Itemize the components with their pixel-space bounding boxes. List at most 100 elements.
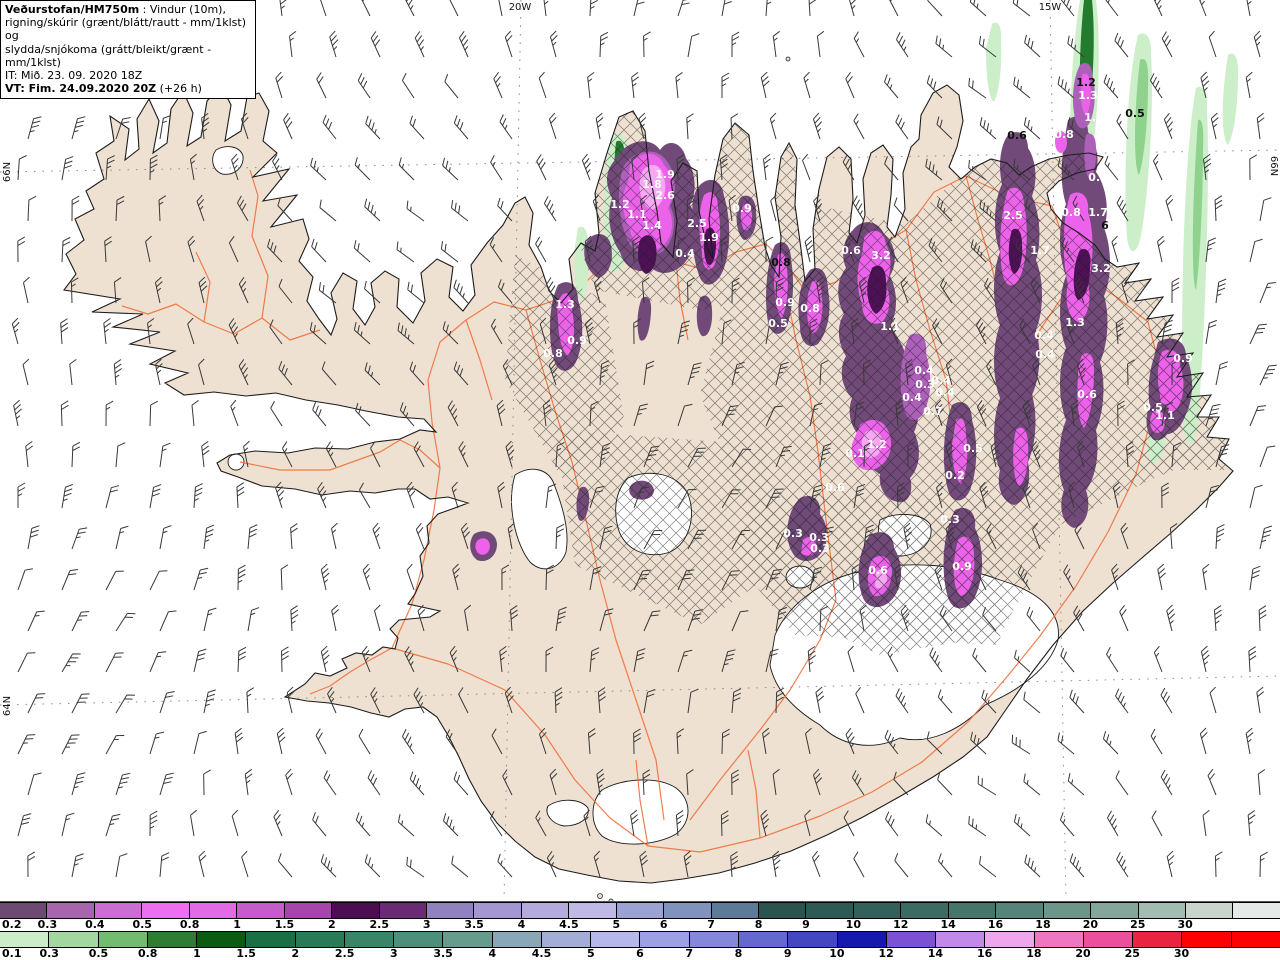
colorbar-tick-label: 6	[659, 918, 668, 931]
colorbar-tick-label: 20	[1082, 918, 1099, 931]
colorbar-tick-label: 30	[1177, 918, 1193, 931]
precip-value-label: 0.7	[923, 405, 943, 418]
colorbar-tick-label: 3	[422, 918, 431, 931]
precip-value-label: 0.8	[1061, 206, 1081, 219]
precip-value-label: 0.3	[940, 513, 960, 526]
colorbar-segment	[47, 903, 95, 918]
colorbar-segment	[948, 903, 997, 918]
colorbar-segment	[1231, 932, 1280, 947]
precip-value-label: 0.9	[1173, 352, 1193, 365]
colorbar-tick-label: 8	[734, 947, 743, 960]
colorbar-segment	[0, 903, 48, 918]
colorbar-segment	[886, 932, 937, 947]
precip-value-label: 1.4	[642, 219, 662, 232]
colorbar-segment	[379, 903, 427, 918]
legend-line-3: slydda/snjókoma (grátt/bleikt/grænt - mm…	[5, 42, 212, 69]
colorbar-tick-label: 0.8	[137, 947, 158, 960]
colorbar-segment	[569, 903, 617, 918]
colorbar-segment	[738, 932, 789, 947]
colorbar-tick-label: 0.4	[85, 918, 105, 931]
precip-value-label: 1.2	[867, 438, 887, 451]
precip-value-label: 1.3	[555, 298, 575, 311]
longitude-label: 20W	[509, 2, 532, 13]
colorbar-segment	[394, 932, 444, 947]
colorbar-segment	[1083, 932, 1134, 947]
colorbar-segment	[1043, 903, 1092, 918]
colorbar-segment	[936, 932, 986, 947]
precip-value-label: 0.5	[768, 317, 788, 330]
precip-value-label: 0.6	[1077, 388, 1097, 401]
colorbar-segment	[94, 903, 143, 918]
colorbar-segment	[837, 932, 887, 947]
colorbar-segment	[1185, 903, 1234, 918]
colorbar-segment	[759, 903, 807, 918]
colorbar-segment	[788, 932, 838, 947]
legend-init-time: IT: Mið. 23. 09. 2020 18Z	[5, 69, 143, 83]
colorbar-tick-label: 14	[940, 918, 956, 931]
colorbar-tick-label: 2	[328, 918, 336, 931]
colorbar-segment	[426, 903, 475, 918]
colorbar-segment	[996, 903, 1044, 918]
precip-value-label: 0.8	[800, 302, 820, 315]
colorbar-tick-label: 12	[878, 947, 894, 960]
precip-value-label: 0.6	[1007, 129, 1027, 142]
precip-value-label: 0.4	[675, 247, 695, 260]
colorbar-tick-label: 1	[233, 918, 241, 931]
latitude-label-left: 64N	[2, 696, 13, 716]
precip-value-label: 0.7	[1088, 171, 1108, 184]
colorbar-tick-label: 1.5	[274, 918, 295, 931]
colorbar-tick-label: 0.1	[2, 947, 22, 960]
colorbar-segment	[443, 932, 493, 947]
colorbar-segment	[1034, 932, 1084, 947]
colorbar-tick-label: 7	[707, 918, 715, 931]
colorbar-segment	[492, 932, 542, 947]
precip-value-label: 1.3	[1065, 316, 1085, 329]
precip-value-label: 0.6	[841, 244, 861, 257]
colorbar-tick-label: 4	[517, 918, 526, 931]
latitude-label-right: 66N	[1268, 156, 1279, 176]
colorbar-segment	[332, 903, 380, 918]
precip-value-label: 0.5	[1125, 107, 1145, 120]
colorbar-tick-label: 4	[488, 947, 497, 960]
colorbar-tick-label: 3.5	[464, 918, 484, 931]
legend-title-rest: : Vindur (10m),	[139, 3, 226, 16]
colorbar-segment	[189, 903, 238, 918]
longitude-label: 15W	[1039, 2, 1062, 13]
legend-line-1: Veðurstofan/HM750m : Vindur (10m),	[5, 3, 251, 16]
precip-value-label: 0.9	[952, 560, 972, 573]
precip-value-label: 1.7	[1088, 206, 1108, 219]
colorbar-segment	[344, 932, 395, 947]
colorbar-tick-label: 6	[636, 947, 644, 960]
precip-value-label: 1.1	[880, 320, 900, 333]
colorbar-rain-labels: 0.1 0.3 0.5 0.8 1 1.5 2 2.5 3 3.5 4 4.5 5 6 7 8 9 10 12 14 1…	[0, 947, 1280, 960]
colorbar-tick-label: 18	[1035, 918, 1051, 931]
colorbar-tick-label: 3	[390, 947, 398, 960]
colorbar-segment	[640, 932, 690, 947]
precip-value-label: 1.3	[1078, 89, 1098, 102]
colorbar-segment	[985, 932, 1035, 947]
colorbar-segment	[197, 932, 247, 947]
colorbar-segment	[0, 932, 50, 947]
colorbar-segment	[664, 903, 712, 918]
precip-value-label: 0.1	[845, 447, 865, 460]
precip-value-label: 0.3	[783, 527, 803, 540]
colorbar-tick-label: 4.5	[559, 918, 579, 931]
precip-value-label: 0.8	[1054, 128, 1074, 141]
valid-time: VT: Fim. 24.09.2020 20Z	[5, 82, 157, 96]
map-legend-box: Veðurstofan/HM750m : Vindur (10m), rigni…	[0, 0, 256, 100]
colorbar-segment	[142, 903, 190, 918]
precip-value-label: 1.7	[1030, 244, 1050, 257]
colorbar-segment	[806, 903, 854, 918]
precip-value-label: 0.9	[775, 296, 795, 309]
colorbar-segment	[853, 903, 902, 918]
colorbar-tick-label: 0.3	[37, 918, 58, 931]
colorbar-tick-label: 10	[845, 918, 861, 931]
colorbar-segment	[147, 932, 198, 947]
weather-map-screenshot: 1.9 1.8 2.6 1.2 1.1 1.4 2.5 1.9 0.4 0.9 1.3 0.9 0.8 0…	[0, 0, 1280, 960]
precip-value-label: 0.2	[945, 469, 965, 482]
colorbar-segment	[1138, 903, 1186, 918]
precip-value-label: 2.5	[687, 217, 707, 230]
legend-line-2: rigning/skúrir (grænt/blátt/rautt - mm/1…	[5, 16, 247, 43]
product-title: Veðurstofan/HM750m	[5, 3, 140, 16]
colorbar-segment	[295, 932, 345, 947]
